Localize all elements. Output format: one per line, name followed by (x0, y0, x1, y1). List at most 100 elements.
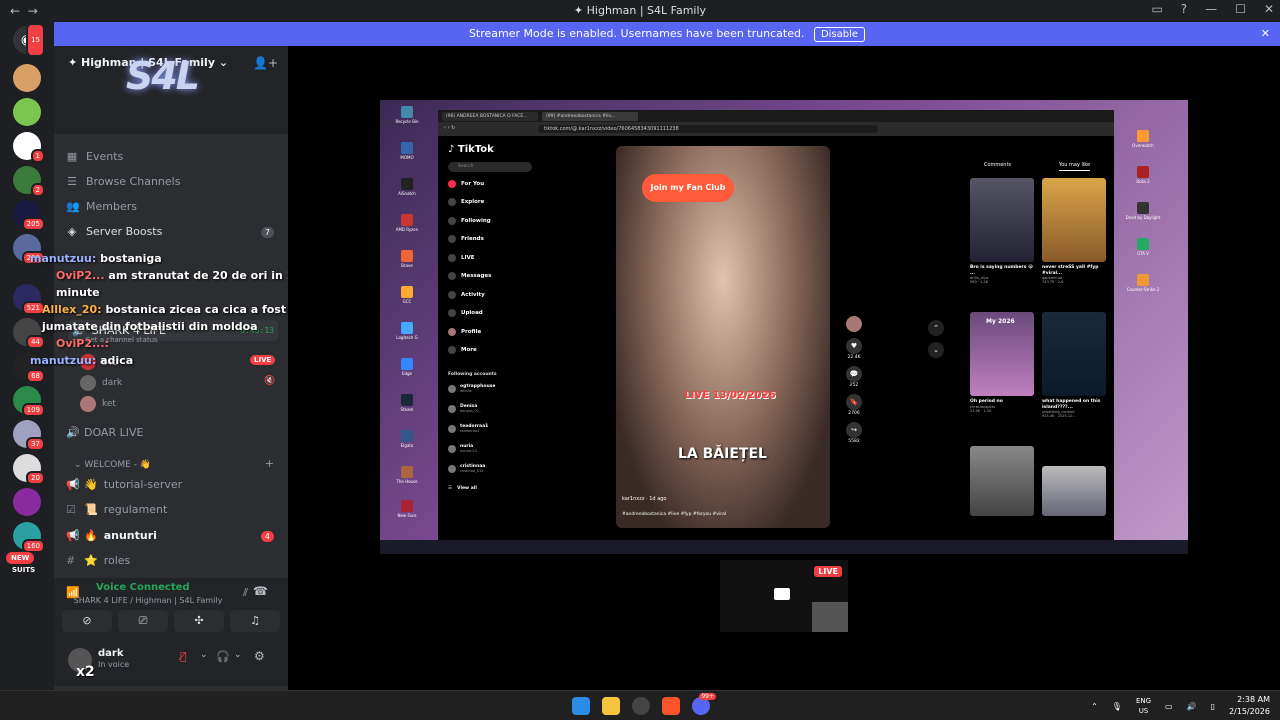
menu-events[interactable]: ▦ Events (66, 150, 123, 163)
discord-icon[interactable]: 99+ (692, 693, 716, 715)
server-icon[interactable] (13, 488, 41, 516)
channel-tutorial-server[interactable]: 📢 👋 tutorial-server (66, 478, 182, 491)
creator-avatar[interactable] (846, 316, 862, 332)
video-author[interactable]: kar1nxzz · 1d ago (622, 496, 667, 502)
volume-icon[interactable]: 🔊 (1187, 702, 1197, 711)
menu-members[interactable]: 👥 Members (66, 200, 137, 213)
nav-arrows-icon[interactable]: ‹ › ↻ (444, 125, 455, 131)
browser-tab[interactable]: (99) #andreeabostanica #liv... (542, 112, 638, 121)
suits-label[interactable]: SUITS (12, 566, 35, 574)
tiktok-nav-item[interactable]: For You (448, 180, 484, 188)
discord-home-icon[interactable]: ◉15 (13, 23, 45, 57)
windows-start-icon[interactable] (572, 697, 590, 715)
mic-muted-icon[interactable]: 🎙̸ (180, 650, 187, 663)
browser-window[interactable]: (96) ANDREEA BOSTANICA O FACE... (99) #a… (438, 110, 1114, 540)
headphones-icon[interactable]: 🎧 (216, 650, 230, 663)
chevron-down-icon[interactable]: ⌄ (234, 650, 242, 660)
microphone-icon[interactable]: 🎙 (1112, 702, 1122, 711)
server-header[interactable]: ✦ Highman | S4L Family ⌄ S4L 👤+ (54, 46, 288, 134)
fan-club-button[interactable]: Join my Fan Club (642, 174, 734, 202)
tiktok-nav-item[interactable]: Following (448, 217, 491, 225)
chevron-up-icon[interactable]: ⌃ (1091, 702, 1098, 711)
maximize-icon[interactable]: ☐ (1235, 2, 1246, 16)
close-icon[interactable]: ✕ (1264, 2, 1274, 16)
server-icon[interactable] (13, 98, 41, 126)
tab-comments[interactable]: Comments (984, 162, 1011, 171)
voice-connected-title[interactable]: Voice Connected (96, 582, 190, 593)
voice-user[interactable]: dark (80, 375, 122, 391)
tiktok-nav-item[interactable]: Upload (448, 309, 483, 317)
tiktok-search[interactable]: Search (448, 162, 532, 172)
server-icon[interactable]: 37 (13, 420, 45, 451)
invite-icon[interactable]: 👤+ (253, 56, 278, 70)
like-icon[interactable]: ♥ (846, 338, 862, 354)
tiktok-nav-item[interactable]: Messages (448, 272, 491, 280)
settings-gear-icon[interactable]: ⚙ (254, 649, 265, 663)
stream-screen[interactable]: Recycle Bin MOMO AiSnatch AMD Ryzen Brav… (380, 100, 1188, 554)
following-account[interactable]: nuria nouria.23 (448, 444, 477, 453)
channel-anunturi[interactable]: 📢 🔥 anunturi (66, 529, 157, 542)
voice-channel-doar-live[interactable]: 🔊 DOAR LIVE (66, 426, 143, 439)
tab-you-may-like[interactable]: You may like (1058, 162, 1091, 171)
chevron-down-icon[interactable]: ⌄ (200, 650, 208, 660)
browser-tab[interactable]: (96) ANDREEA BOSTANICA O FACE... (442, 112, 538, 121)
video-thumbnail[interactable]: never streSS yall #fyp #viral... gabemhuz… (1042, 178, 1106, 284)
following-account[interactable]: Denisa denysa_02_ (448, 404, 481, 413)
network-icon[interactable]: ▭ (1165, 702, 1173, 711)
tiktok-nav-item[interactable]: Activity (448, 291, 485, 299)
url-field[interactable]: tiktok.com/@.kar1nxzz/video/760645834309… (538, 125, 878, 133)
server-icon[interactable]: 205 (13, 200, 45, 231)
view-all-link[interactable]: ☰ View all (448, 486, 477, 491)
language-indicator[interactable]: ENG US (1136, 696, 1151, 716)
channel-regulament[interactable]: ☑ 📜 regulament (66, 503, 167, 516)
clock[interactable]: 2:38 AM 2/15/2026 (1229, 694, 1270, 718)
chevron-down-icon[interactable]: ⌄ (928, 342, 944, 358)
stream-view[interactable]: Recycle Bin MOMO AiSnatch AMD Ryzen Brav… (288, 46, 1280, 690)
brave-icon[interactable] (662, 697, 680, 715)
stream-preview[interactable]: LIVE (720, 560, 848, 632)
soundboard-button[interactable]: ♫ (230, 610, 280, 632)
app-icon[interactable] (632, 697, 650, 715)
following-account[interactable]: teodorraa1 teodorraa1 (448, 424, 488, 433)
inbox-icon[interactable]: ▭ (1151, 2, 1162, 16)
activities-button[interactable]: ✣ (174, 610, 224, 632)
server-icon[interactable]: 1 (13, 132, 45, 163)
tiktok-nav-item[interactable]: Explore (448, 198, 484, 206)
video-thumbnail[interactable] (970, 446, 1034, 516)
banner-close-icon[interactable]: ✕ (1261, 22, 1270, 46)
tiktok-nav-item[interactable]: More (448, 346, 477, 354)
tiktok-video[interactable]: Join my Fan Club LIVE 13/02/2026 LA BĂIE… (616, 146, 830, 528)
camera-off-button[interactable]: ⊘ (62, 610, 112, 632)
disconnect-icon[interactable]: ☎ (253, 584, 268, 598)
share-icon[interactable]: ↪ (846, 422, 862, 438)
noise-suppression-icon[interactable]: ⫽ (243, 586, 248, 600)
chevron-up-icon[interactable]: ⌃ (928, 320, 944, 336)
tiktok-nav-item[interactable]: Profile (448, 328, 481, 336)
add-channel-icon[interactable]: + (265, 457, 274, 470)
help-icon[interactable]: ? (1181, 2, 1187, 16)
menu-server-boosts[interactable]: ◈ Server Boosts (66, 225, 163, 238)
server-icon[interactable]: 109 (13, 386, 45, 417)
comment-icon[interactable]: 💬 (846, 366, 862, 382)
disable-streamer-mode-button[interactable]: Disable (813, 27, 866, 42)
channel-roles[interactable]: # ⭐ roles (66, 554, 130, 567)
following-account[interactable]: ogtrapphouse affollie (448, 384, 495, 393)
video-thumbnail[interactable]: what happened on this island????... unset… (1042, 312, 1106, 418)
category-welcome[interactable]: ⌄ WELCOME - 👋 (74, 460, 151, 470)
bookmark-icon[interactable]: 🔖 (846, 394, 862, 410)
voice-user[interactable]: ket (80, 396, 116, 412)
file-explorer-icon[interactable] (602, 697, 620, 715)
server-icon[interactable]: 20 (13, 454, 45, 485)
battery-icon[interactable]: ▯ (1211, 702, 1215, 711)
video-thumbnail[interactable]: My 2026 Oh period no christianapitts 23.9K … (970, 312, 1034, 413)
following-account[interactable]: cristinnaa cristinaa_015 (448, 464, 485, 473)
menu-browse-channels[interactable]: ☰ Browse Channels (66, 175, 180, 188)
tiktok-logo[interactable]: ♪ TikTok (448, 144, 494, 155)
video-thumbnail[interactable] (1042, 466, 1106, 516)
minimize-icon[interactable]: — (1205, 2, 1217, 16)
tiktok-nav-item[interactable]: LIVE (448, 254, 475, 262)
screen-share-button[interactable]: ⎚ (118, 610, 168, 632)
tiktok-nav-item[interactable]: Friends (448, 235, 484, 243)
server-icon[interactable] (13, 64, 41, 92)
server-icon[interactable]: 2 (13, 166, 45, 197)
